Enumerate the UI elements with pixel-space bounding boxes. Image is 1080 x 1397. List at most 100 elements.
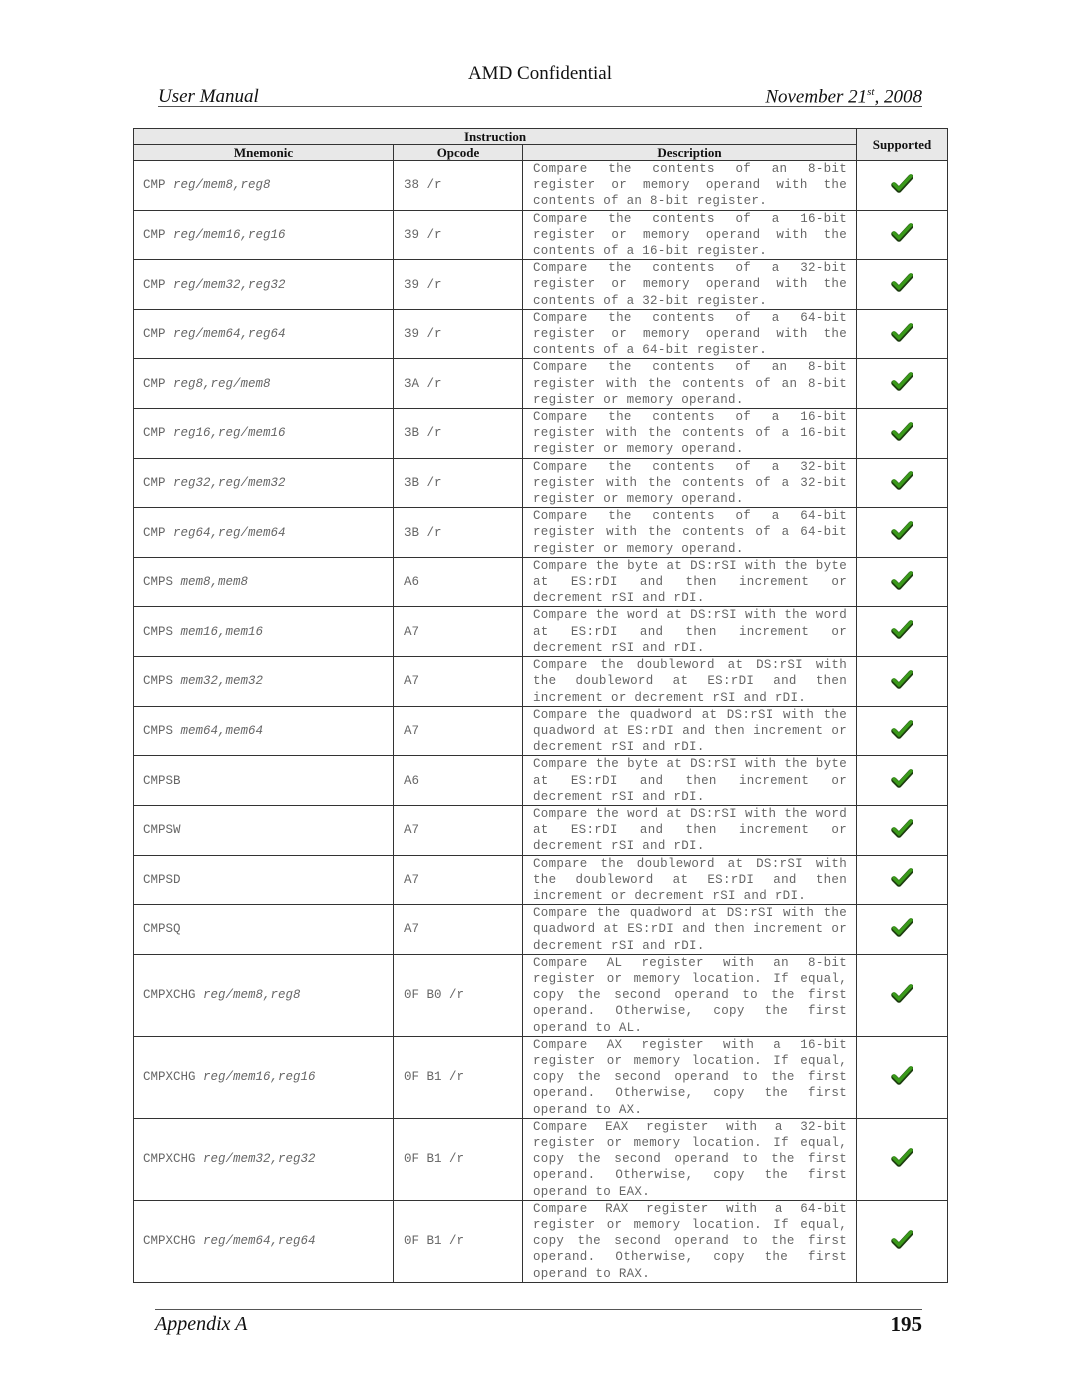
description-cell: Compare RAX register with a 64-bit regis… bbox=[521, 1199, 858, 1283]
green-checkmark-icon bbox=[891, 868, 914, 888]
operands: reg/mem64,reg64 bbox=[173, 327, 286, 342]
mnemonic: CMP bbox=[143, 426, 166, 441]
instruction-group-header: Instruction bbox=[132, 128, 858, 145]
mnemonic: CMPXCHG bbox=[143, 988, 196, 1003]
operands: reg32,reg/mem32 bbox=[173, 475, 286, 490]
green-checkmark-icon bbox=[891, 570, 914, 590]
table-row: CMPS mem8,mem8 A6 Compare the byte at DS:r… bbox=[133, 556, 949, 608]
mnemonic: CMPXCHG bbox=[143, 1152, 196, 1167]
opcode-cell: 0F B1 /r bbox=[393, 1117, 523, 1201]
opcode-cell: A6 bbox=[393, 755, 523, 806]
mnemonic-cell: CMP reg/mem32,reg32 bbox=[133, 259, 394, 310]
description-cell: Compare the quadword at DS:rSI with the … bbox=[521, 705, 858, 757]
table-row: CMPXCHG reg/mem16,reg16 0F B1 /r Compare A… bbox=[133, 1035, 949, 1119]
mnemonic: CMPSB bbox=[143, 773, 181, 788]
date-prefix: November 21 bbox=[765, 86, 868, 108]
operands: reg/mem8,reg8 bbox=[173, 178, 271, 193]
description-header: Description bbox=[521, 144, 858, 161]
opcode-cell: A7 bbox=[393, 904, 523, 955]
mnemonic: CMPSW bbox=[143, 823, 181, 838]
green-checkmark-icon bbox=[891, 769, 914, 788]
mnemonic: CMPXCHG bbox=[143, 1234, 196, 1249]
description-cell: Compare the contents of a 32-bit registe… bbox=[521, 259, 858, 310]
page-number: 195 bbox=[890, 1312, 923, 1336]
description-cell: Compare EAX register with a 32-bit regis… bbox=[521, 1117, 858, 1201]
operands: reg/mem16,reg16 bbox=[203, 1070, 316, 1085]
supported-cell bbox=[856, 656, 949, 707]
description-cell: Compare the word at DS:rSI with the word… bbox=[521, 606, 858, 658]
mnemonic-header: Mnemonic bbox=[133, 144, 394, 161]
green-checkmark-icon bbox=[891, 818, 914, 838]
table-row: CMP reg/mem32,reg32 39 /r Compare the cont… bbox=[133, 259, 949, 310]
supported-cell bbox=[856, 457, 949, 509]
opcode-cell: A7 bbox=[393, 606, 523, 658]
document-title: User Manual bbox=[158, 86, 259, 107]
operands: reg64,reg/mem64 bbox=[173, 525, 286, 540]
mnemonic-cell: CMPS mem8,mem8 bbox=[133, 556, 394, 608]
table-row: CMPSB A6 Compare the byte at DS:rSI with t… bbox=[133, 755, 949, 806]
operands: reg/mem32,reg32 bbox=[173, 277, 286, 292]
operands: reg8,reg/mem8 bbox=[173, 376, 271, 391]
mnemonic: CMPS bbox=[143, 724, 174, 738]
supported-cell bbox=[856, 358, 949, 410]
green-checkmark-icon bbox=[891, 719, 914, 739]
supported-cell bbox=[856, 953, 949, 1037]
description-cell: Compare the byte at DS:rSI with the byte… bbox=[521, 556, 858, 608]
table-row: CMPXCHG reg/mem64,reg64 0F B1 /r Compare R… bbox=[133, 1199, 949, 1283]
table-row: CMPS mem32,mem32 A7 Compare the doubleword… bbox=[133, 656, 949, 707]
table-row: CMPXCHG reg/mem32,reg32 0F B1 /r Compare E… bbox=[133, 1117, 949, 1201]
supported-cell bbox=[856, 507, 949, 558]
mnemonic-cell: CMPS mem64,mem64 bbox=[133, 705, 394, 757]
mnemonic-cell: CMP reg8,reg/mem8 bbox=[133, 358, 394, 410]
opcode-cell: 3B /r bbox=[393, 457, 523, 509]
supported-cell bbox=[856, 1117, 949, 1201]
supported-cell bbox=[856, 606, 949, 658]
mnemonic: CMP bbox=[143, 178, 166, 193]
confidential-label: AMD Confidential bbox=[467, 63, 613, 84]
mnemonic: CMPS bbox=[143, 674, 174, 689]
mnemonic: CMP bbox=[143, 327, 166, 342]
supported-cell bbox=[856, 705, 949, 757]
mnemonic-cell: CMP reg/mem64,reg64 bbox=[133, 308, 394, 360]
instruction-table: Instruction Supported Mnemonic Opcode De… bbox=[132, 128, 949, 1283]
supported-cell bbox=[856, 904, 949, 955]
mnemonic: CMP bbox=[143, 376, 166, 391]
green-checkmark-icon bbox=[891, 1230, 914, 1249]
supported-cell bbox=[856, 308, 949, 360]
mnemonic: CMPSQ bbox=[143, 922, 181, 937]
description-cell: Compare the contents of a 64-bit registe… bbox=[521, 308, 858, 360]
mnemonic: CMPSD bbox=[143, 872, 181, 887]
description-cell: Compare the contents of a 16-bit registe… bbox=[521, 408, 858, 459]
mnemonic-cell: CMPS mem16,mem16 bbox=[133, 606, 394, 658]
header-rule bbox=[158, 106, 922, 107]
supported-cell bbox=[856, 408, 949, 459]
green-checkmark-icon bbox=[891, 223, 914, 243]
mnemonic-cell: CMPSD bbox=[133, 854, 394, 906]
table-row: CMPSW A7 Compare the word at DS:rSI with t… bbox=[133, 804, 949, 856]
mnemonic: CMPXCHG bbox=[143, 1070, 196, 1085]
mnemonic: CMPS bbox=[143, 575, 174, 590]
opcode-header: Opcode bbox=[393, 144, 523, 161]
green-checkmark-icon bbox=[891, 1066, 914, 1085]
operands: reg16,reg/mem16 bbox=[173, 426, 286, 441]
supported-cell bbox=[856, 854, 949, 906]
table-row: CMP reg16,reg/mem16 3B /r Compare the cont… bbox=[133, 408, 949, 459]
description-cell: Compare the quadword at DS:rSI with the … bbox=[521, 904, 858, 955]
green-checkmark-icon bbox=[891, 322, 914, 342]
mnemonic-cell: CMPS mem32,mem32 bbox=[133, 656, 394, 707]
description-cell: Compare AL register with an 8-bit regist… bbox=[521, 953, 858, 1037]
footer-section: Appendix A bbox=[155, 1313, 248, 1335]
table-row: CMP reg8,reg/mem8 3A /r Compare the conten… bbox=[133, 358, 949, 410]
green-checkmark-icon bbox=[891, 984, 914, 1003]
opcode-cell: A7 bbox=[393, 854, 523, 906]
supported-cell bbox=[856, 160, 949, 211]
operands: mem32,mem32 bbox=[180, 674, 264, 689]
mnemonic: CMP bbox=[143, 277, 166, 292]
supported-cell bbox=[856, 1035, 949, 1119]
operands: reg/mem16,reg16 bbox=[173, 227, 286, 242]
green-checkmark-icon bbox=[891, 471, 914, 491]
footer-rule bbox=[155, 1309, 922, 1310]
mnemonic-cell: CMPXCHG reg/mem16,reg16 bbox=[133, 1035, 394, 1119]
green-checkmark-icon bbox=[891, 521, 914, 540]
description-cell: Compare the contents of a 64-bit registe… bbox=[521, 507, 858, 558]
